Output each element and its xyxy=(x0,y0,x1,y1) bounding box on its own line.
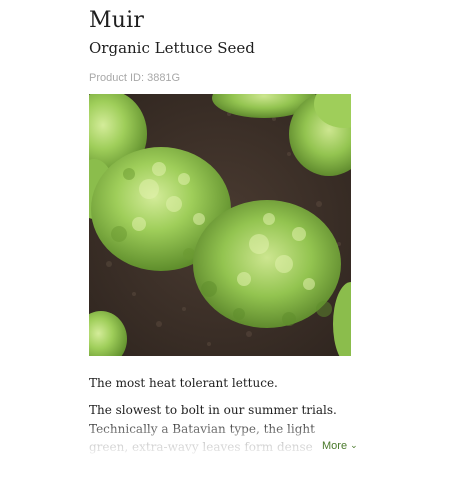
chevron-down-icon: ⌄ xyxy=(350,440,358,450)
product-id: Product ID: 3881G xyxy=(89,72,181,84)
product-image xyxy=(89,94,351,356)
product-name: Muir xyxy=(89,8,145,33)
product-description: The slowest to bolt in our summer trials… xyxy=(89,403,337,454)
product-tagline: The most heat tolerant lettuce. xyxy=(89,376,278,390)
product-subtitle: Organic Lettuce Seed xyxy=(89,39,255,57)
more-label: More xyxy=(322,440,348,452)
more-button[interactable]: More ⌄ xyxy=(316,437,358,454)
